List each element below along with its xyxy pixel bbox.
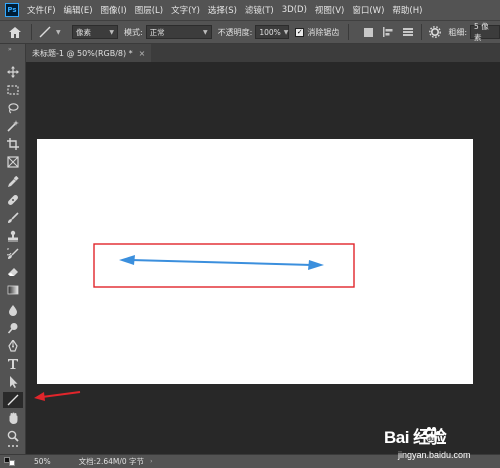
crop-icon[interactable] (3, 136, 23, 152)
document-canvas[interactable] (37, 139, 473, 384)
separator (421, 24, 423, 40)
dodge-icon[interactable] (3, 320, 23, 336)
line-tool-icon (39, 26, 51, 38)
options-bar: ▼ 像素 ▼ 模式: 正常 ▼ 不透明度: 100% ▼ ✓ 消除锯齿 粗细: 5 像… (0, 20, 500, 44)
menu-bar: Ps 文件(F) 编辑(E) 图像(I) 图层(L) 文字(Y) 选择(S) 滤… (0, 0, 500, 20)
menu-filter[interactable]: 滤镜(T) (241, 4, 278, 16)
eyedropper-icon[interactable] (3, 174, 23, 190)
chevron-down-icon: ▼ (283, 28, 289, 36)
chevron-down-icon: ▼ (109, 28, 114, 36)
menu-3d[interactable]: 3D(D) (278, 5, 311, 15)
brush-icon[interactable] (3, 210, 23, 226)
menu-window[interactable]: 窗口(W) (348, 4, 388, 16)
menu-help[interactable]: 帮助(H) (388, 4, 426, 16)
weight-field[interactable]: 5 像素 (470, 22, 500, 42)
weight-value: 5 像素 (474, 22, 489, 42)
history-brush-icon[interactable] (3, 246, 23, 262)
canvas-drawing (93, 243, 355, 288)
tool-preset-picker[interactable]: ▼ (38, 25, 72, 39)
gear-icon[interactable] (428, 25, 442, 39)
chevron-down-icon: ▼ (55, 28, 61, 36)
watermark-url: jingyan.baidu.com (398, 450, 471, 460)
stamp-icon[interactable] (3, 228, 23, 244)
marquee-icon[interactable] (3, 82, 23, 98)
unit-dropdown[interactable]: 像素 ▼ (71, 25, 118, 39)
canvas-area (26, 62, 500, 454)
mode-value: 正常 (149, 27, 165, 37)
mode-label: 模式: (123, 27, 143, 37)
antialias-label: 消除锯齿 (307, 27, 340, 37)
weight-label: 粗细: (448, 27, 468, 37)
arrowhead-left (119, 255, 135, 265)
path-selection-icon[interactable] (3, 374, 23, 390)
menu-layer[interactable]: 图层(L) (131, 4, 167, 16)
menu-file[interactable]: 文件(F) (23, 4, 60, 16)
frame-icon[interactable] (3, 154, 23, 170)
healing-icon[interactable] (3, 192, 23, 208)
mode-dropdown[interactable]: 正常 ▼ (145, 25, 212, 39)
close-icon[interactable]: × (139, 49, 146, 58)
antialias-checkbox[interactable]: ✓ (295, 27, 305, 37)
menu-image[interactable]: 图像(I) (97, 4, 131, 16)
background-color-swatch[interactable] (9, 460, 15, 466)
line-icon[interactable] (3, 392, 23, 408)
photoshop-window: Ps 文件(F) 编辑(E) 图像(I) 图层(L) 文字(Y) 选择(S) 滤… (0, 0, 500, 468)
path-arrangement-icon[interactable] (401, 25, 415, 39)
tools-panel: ›› (0, 44, 26, 454)
chevron-down-icon: ▼ (203, 28, 208, 36)
more-icon[interactable] (3, 440, 23, 452)
eraser-icon[interactable] (3, 264, 23, 280)
pen-icon[interactable] (3, 338, 23, 354)
paw-icon: du (423, 427, 440, 443)
document-tab-bar: 未标题-1 @ 50%(RGB/8) * × (26, 44, 500, 62)
svg-text:du: du (427, 437, 435, 443)
gradient-icon[interactable] (3, 282, 23, 298)
opacity-label: 不透明度: (217, 27, 253, 37)
collapse-toolbar-icon[interactable]: ›› (8, 46, 12, 53)
annotation-arrow-icon (34, 391, 81, 401)
double-arrow-line (130, 259, 313, 266)
opacity-value: 100% (259, 27, 281, 37)
unit-value: 像素 (75, 27, 91, 37)
hand-icon[interactable] (3, 410, 23, 426)
arrowhead-right (308, 260, 324, 270)
path-alignment-icon[interactable] (381, 25, 395, 39)
lasso-icon[interactable] (3, 100, 23, 116)
chevron-right-icon[interactable]: › (150, 458, 152, 465)
type-icon[interactable] (3, 356, 23, 372)
menu-type[interactable]: 文字(Y) (167, 4, 204, 16)
blur-icon[interactable] (3, 302, 23, 318)
zoom-level[interactable]: 50% (34, 457, 51, 466)
menu-view[interactable]: 视图(V) (311, 4, 348, 16)
menu-select[interactable]: 选择(S) (204, 4, 241, 16)
move-icon[interactable] (3, 64, 23, 80)
document-info: 文档:2.64M/0 字节 (78, 457, 145, 466)
separator (30, 24, 32, 40)
path-operations-icon[interactable] (361, 25, 375, 39)
magic-wand-icon[interactable] (3, 118, 23, 134)
menu-edit[interactable]: 编辑(E) (60, 4, 97, 16)
ps-app-icon[interactable]: Ps (5, 3, 19, 17)
separator (348, 24, 350, 40)
home-icon[interactable] (5, 26, 25, 38)
document-tab[interactable]: 未标题-1 @ 50%(RGB/8) * × (26, 44, 152, 62)
opacity-field[interactable]: 100% ▼ (255, 25, 290, 39)
document-tab-title: 未标题-1 @ 50%(RGB/8) * (32, 48, 133, 58)
baidu-jingyan-watermark: Bai 经验 du jingyan.baidu.com (384, 423, 496, 465)
